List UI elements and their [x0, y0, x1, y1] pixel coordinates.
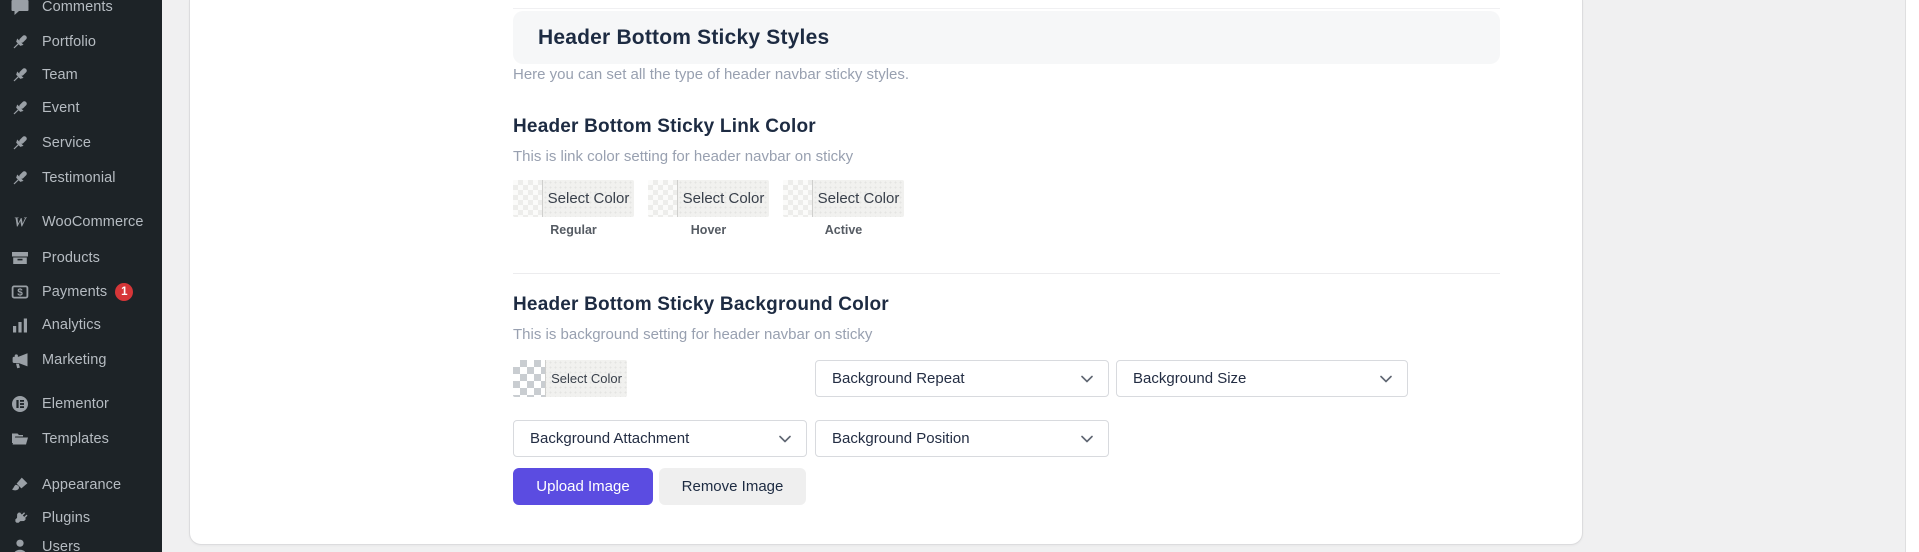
settings-panel: Header Bottom Sticky Styles Here you can… [189, 0, 1583, 545]
sidebar-item-label: Appearance [42, 477, 121, 493]
page-scrollbar[interactable] [1905, 0, 1919, 552]
background-attachment-select[interactable]: Background Attachment [513, 420, 807, 457]
sidebar-item-team[interactable]: Team [0, 58, 162, 92]
plug-icon [10, 508, 30, 528]
pushpin-icon [10, 98, 30, 118]
sidebar-item-users[interactable]: Users [0, 530, 162, 552]
payments-count-badge: 1 [115, 283, 133, 301]
sidebar-item-label: Products [42, 250, 100, 266]
chevron-down-icon [779, 435, 791, 443]
section-top-rule [513, 8, 1500, 9]
sidebar-item-label: Portfolio [42, 34, 96, 50]
background-color-description: This is background setting for header na… [513, 326, 872, 343]
sidebar-item-label: Plugins [42, 510, 90, 526]
svg-text:W: W [14, 216, 28, 231]
sidebar-item-label: Payments [42, 284, 107, 300]
sidebar-item-label: Event [42, 100, 80, 116]
color-swatch [648, 180, 678, 217]
sidebar-item-service[interactable]: Service [0, 126, 162, 160]
sidebar-item-label: Analytics [42, 317, 101, 333]
elementor-icon [10, 394, 30, 414]
sidebar-item-label: Marketing [42, 352, 107, 368]
state-label-active: Active [783, 223, 904, 237]
background-repeat-select[interactable]: Background Repeat [815, 360, 1109, 397]
select-color-button-hover[interactable]: Select Color [648, 180, 769, 217]
link-color-description: This is link color setting for header na… [513, 148, 853, 165]
link-color-heading: Header Bottom Sticky Link Color [513, 116, 816, 138]
woocommerce-icon: W [10, 212, 30, 232]
sidebar-item-payments[interactable]: $ Payments 1 [0, 275, 162, 309]
pushpin-icon [10, 133, 30, 153]
sidebar-item-elementor[interactable]: Elementor [0, 387, 162, 421]
pushpin-icon [10, 32, 30, 52]
background-size-select[interactable]: Background Size [1116, 360, 1408, 397]
state-label-regular: Regular [513, 223, 634, 237]
color-swatch [513, 180, 543, 217]
megaphone-icon [10, 350, 30, 370]
sidebar-item-event[interactable]: Event [0, 91, 162, 125]
upload-image-button[interactable]: Upload Image [513, 468, 653, 505]
sidebar-item-testimonial[interactable]: Testimonial [0, 161, 162, 195]
sidebar-item-portfolio[interactable]: Portfolio [0, 25, 162, 59]
page-subtitle: Here you can set all the type of header … [513, 66, 909, 83]
state-label-hover: Hover [648, 223, 769, 237]
sidebar-item-comments[interactable]: Comments [0, 0, 162, 24]
panel-header: Header Bottom Sticky Styles [513, 11, 1500, 64]
svg-text:$: $ [17, 288, 23, 299]
pushpin-icon [10, 168, 30, 188]
sidebar-item-label: Templates [42, 431, 109, 447]
chevron-down-icon [1380, 375, 1392, 383]
sidebar-item-label: Users [42, 539, 80, 552]
sidebar-item-analytics[interactable]: Analytics [0, 308, 162, 342]
paintbrush-icon [10, 475, 30, 495]
user-icon [10, 537, 30, 552]
bar-chart-icon [10, 315, 30, 335]
sidebar-item-marketing[interactable]: Marketing [0, 343, 162, 377]
comment-icon [10, 0, 30, 17]
background-color-heading: Header Bottom Sticky Background Color [513, 294, 889, 316]
sidebar-item-products[interactable]: Products [0, 241, 162, 275]
link-color-active-control: Select Color Active [783, 180, 904, 237]
color-swatch [783, 180, 813, 217]
sidebar-item-label: Team [42, 67, 78, 83]
sidebar-item-woocommerce[interactable]: W WooCommerce [0, 205, 162, 239]
select-color-button-active[interactable]: Select Color [783, 180, 904, 217]
sidebar-item-templates[interactable]: Templates [0, 422, 162, 456]
background-position-select[interactable]: Background Position [815, 420, 1109, 457]
transparency-checker-swatch [513, 360, 546, 397]
select-color-button-regular[interactable]: Select Color [513, 180, 634, 217]
page-title: Header Bottom Sticky Styles [538, 26, 829, 50]
payments-icon: $ [10, 282, 30, 302]
sidebar-item-label: Testimonial [42, 170, 116, 186]
section-divider [513, 273, 1500, 274]
sidebar-item-label: Service [42, 135, 91, 151]
background-select-color-button[interactable]: Select Color [513, 360, 627, 397]
chevron-down-icon [1081, 435, 1093, 443]
folder-icon [10, 429, 30, 449]
link-color-regular-control: Select Color Regular [513, 180, 634, 237]
sidebar-item-label: Comments [42, 0, 113, 15]
sidebar-item-label: Elementor [42, 396, 109, 412]
sidebar-item-appearance[interactable]: Appearance [0, 468, 162, 502]
pushpin-icon [10, 65, 30, 85]
chevron-down-icon [1081, 375, 1093, 383]
wordpress-admin-screen: Comments Portfolio Team Event Service Te… [0, 0, 1919, 552]
admin-sidebar: Comments Portfolio Team Event Service Te… [0, 0, 162, 552]
products-box-icon [10, 248, 30, 268]
link-color-hover-control: Select Color Hover [648, 180, 769, 237]
sidebar-item-label: WooCommerce [42, 214, 144, 230]
remove-image-button[interactable]: Remove Image [659, 468, 806, 505]
